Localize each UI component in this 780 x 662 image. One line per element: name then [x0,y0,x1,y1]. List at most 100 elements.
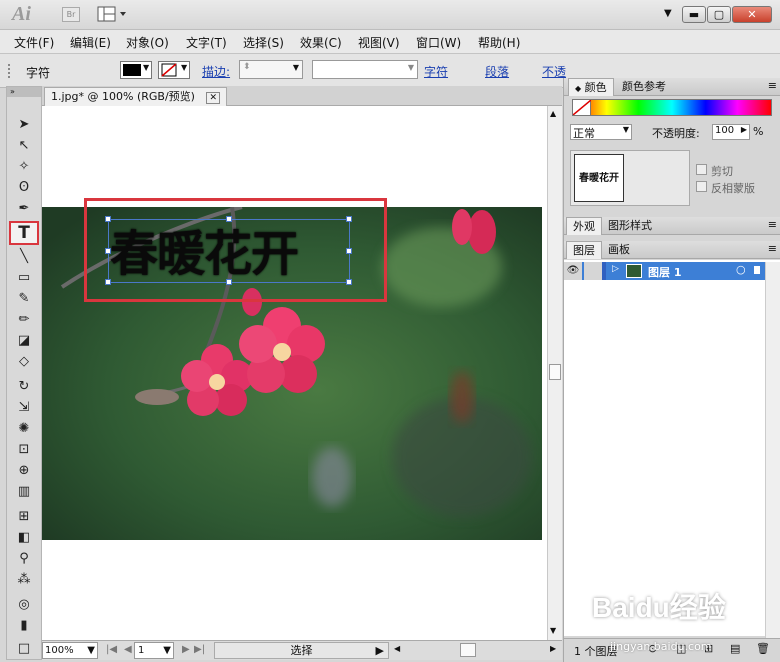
color-spectrum-ramp[interactable] [572,99,772,116]
selection-tool-icon[interactable]: ➤ [12,115,36,135]
zoom-field[interactable]: 100% ▼ [42,642,98,659]
blend-mode-dropdown[interactable]: 正常 ▼ [570,124,632,140]
minimize-button[interactable]: ▬ [682,6,706,23]
lock-toggle[interactable] [584,262,602,280]
menu-object[interactable]: 对象(O) [126,34,169,51]
column-graph-tool-icon[interactable]: ▮ [12,616,36,636]
vertical-scrollbar[interactable]: ▲ ▼ [547,106,562,640]
eyedropper-tool-icon[interactable]: ⚲ [12,549,36,569]
status-tool-dropdown[interactable]: 选择 ▶ [214,642,389,659]
target-circle-icon[interactable]: ○ [736,263,746,276]
line-tool-icon[interactable]: ╲ [12,247,36,267]
tab-graphic-styles[interactable]: 图形样式 [602,217,658,235]
collapse-icon[interactable]: » [7,87,41,97]
document-tab[interactable]: 1.jpg* @ 100% (RGB/预览) ✕ [44,87,228,106]
stroke-color-picker[interactable]: ▼ [158,61,190,79]
blob-brush-tool-icon[interactable]: ◪ [12,331,36,351]
tab-layers[interactable]: 图层 [566,241,602,259]
visibility-eye-icon[interactable]: 👁 [564,262,582,280]
status-bar: 100% ▼ |◀ ◀ 1 ▼ ▶ ▶| 选择 ▶ ◀ ▶ [42,640,562,660]
scroll-thumb[interactable] [549,364,561,380]
panel-menu-icon[interactable]: ≡ [768,242,777,255]
scroll-up-icon[interactable]: ▲ [550,109,556,118]
tools-panel: » ➤ ↖ ✧ ʘ ✒ T ╲ ▭ ✎ ✏ ◪ ◇ ↻ ⇲ ✺ ⊡ ⊕ ▥ ⊞ … [6,86,42,660]
watermark-url: jingyan.baidu.com [610,640,712,653]
pencil-tool-icon[interactable]: ✏ [12,310,36,330]
clip-checkbox[interactable] [696,164,707,175]
workspace-dropdown-icon[interactable]: ▼ [664,8,672,19]
fill-color-picker[interactable]: ▼ [120,61,152,79]
magic-wand-tool-icon[interactable]: ✧ [12,157,36,177]
arrange-documents-button[interactable] [97,6,129,23]
first-page-icon[interactable]: |◀ [106,644,117,655]
stroke-link[interactable]: 描边: [202,63,230,80]
eraser-tool-icon[interactable]: ◇ [12,352,36,372]
stroke-weight-field[interactable]: ⬍ ▼ [239,60,303,79]
symbol-sprayer-tool-icon[interactable]: ◎ [12,595,36,615]
clip-label: 剪切 [711,165,733,178]
gradient-tool-icon[interactable]: ◧ [12,528,36,548]
color-panel-header: ◆ 颜色 颜色参考 ≡ [564,78,780,96]
scale-tool-icon[interactable]: ⇲ [12,398,36,418]
layer-name[interactable]: 图层 1 [648,264,681,280]
layers-list [564,260,780,636]
layer-color-swatch [602,262,606,280]
invert-mask-checkbox[interactable] [696,181,707,192]
opacity-field[interactable]: 100 ▶ [712,124,750,140]
mesh-tool-icon[interactable]: ⊞ [12,507,36,527]
warp-tool-icon[interactable]: ✺ [12,419,36,439]
panel-menu-icon[interactable]: ≡ [768,79,777,92]
menu-view[interactable]: 视图(V) [358,34,400,51]
scroll-down-icon[interactable]: ▼ [550,626,556,635]
direct-selection-tool-icon[interactable]: ↖ [12,136,36,156]
control-label: 字符 [26,66,51,80]
paintbrush-tool-icon[interactable]: ✎ [12,289,36,309]
lasso-tool-icon[interactable]: ʘ [12,178,36,198]
selection-indicator[interactable] [754,266,760,274]
free-transform-tool-icon[interactable]: ⊡ [12,440,36,460]
menu-window[interactable]: 窗口(W) [416,34,461,51]
opacity-unit: % [753,125,764,138]
pen-tool-icon[interactable]: ✒ [12,199,36,219]
scroll-right-icon[interactable]: ▶ [550,644,556,653]
artboard-tool-icon[interactable]: □ [12,639,36,659]
blend-tool-icon[interactable]: ⁂ [12,570,36,590]
menu-select[interactable]: 选择(S) [243,34,284,51]
tab-color-guide[interactable]: 颜色参考 [616,78,672,96]
panel-menu-icon[interactable]: ≡ [768,218,777,231]
graph-tool-icon[interactable]: ▥ [12,482,36,502]
type-tool-icon[interactable]: T [9,221,39,245]
layer-row[interactable]: 👁 ▷ 图层 1 ○ [564,262,780,280]
paragraph-link[interactable]: 段落 [485,63,509,80]
horizontal-scroll-thumb[interactable] [460,643,476,657]
prev-page-icon[interactable]: ◀ [124,644,132,655]
menu-type[interactable]: 文字(T) [186,34,227,51]
page-field[interactable]: 1 ▼ [134,642,174,659]
next-page-icon[interactable]: ▶ [182,644,190,655]
rectangle-tool-icon[interactable]: ▭ [12,268,36,288]
close-tab-icon[interactable]: ✕ [206,92,221,104]
bridge-button[interactable]: Br [62,7,80,22]
layers-scrollbar[interactable] [765,262,780,638]
restore-button[interactable]: ▢ [707,6,731,23]
tab-artboards[interactable]: 画板 [602,241,636,259]
document-tab-bar: 1.jpg* @ 100% (RGB/预览) ✕ [42,86,562,106]
scroll-left-icon[interactable]: ◀ [394,644,400,653]
expand-arrow-icon[interactable]: ▷ [612,264,619,274]
panel-dock: ◆ 颜色 颜色参考 ≡ 正常 ▼ 不透明度: 100 ▶ % 春暖花开 剪切 反相蒙… [563,78,780,662]
menu-help[interactable]: 帮助(H) [478,34,520,51]
menu-edit[interactable]: 编辑(E) [70,34,111,51]
character-link[interactable]: 字符 [424,63,448,80]
tab-appearance[interactable]: 外观 [566,217,602,235]
variable-width-dropdown[interactable]: ▼ [312,60,418,79]
delete-layer-icon[interactable]: 🗑 [756,642,770,655]
rotate-tool-icon[interactable]: ↻ [12,377,36,397]
annotation-highlight-box [84,198,387,302]
new-layer-icon[interactable]: ▤ [730,642,740,655]
menu-file[interactable]: 文件(F) [14,34,54,51]
close-button[interactable]: ✕ [732,6,772,23]
tab-color[interactable]: ◆ 颜色 [568,78,614,96]
shape-builder-tool-icon[interactable]: ⊕ [12,461,36,481]
menu-effect[interactable]: 效果(C) [300,34,342,51]
last-page-icon[interactable]: ▶| [194,644,205,655]
